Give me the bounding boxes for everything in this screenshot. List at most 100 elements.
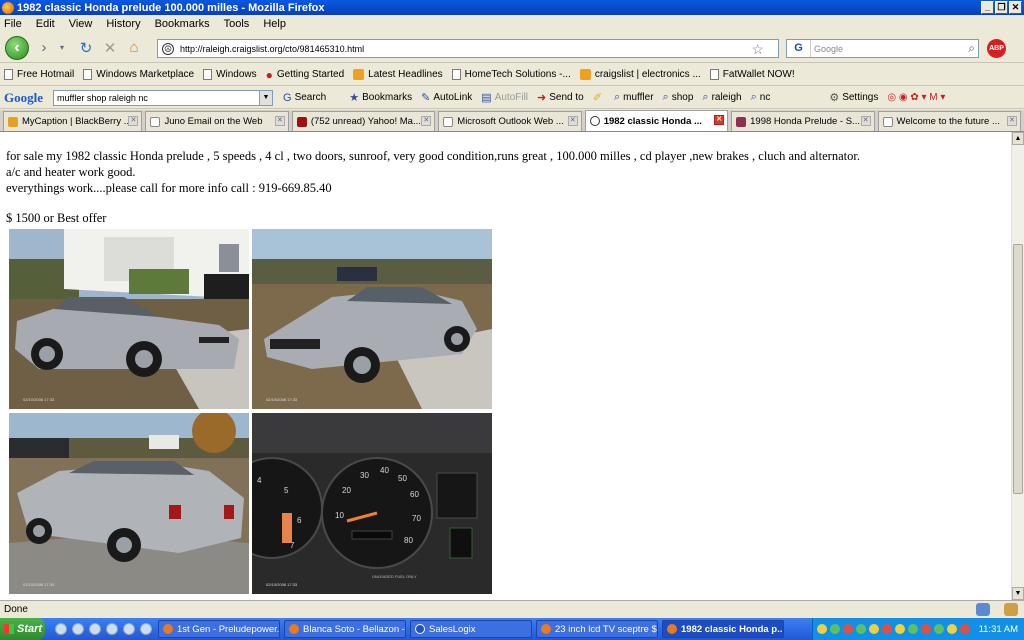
google-term-raleigh[interactable]: ⌕ raleigh bbox=[702, 91, 741, 104]
tray-icon[interactable] bbox=[947, 624, 957, 634]
google-search-input[interactable]: muffler shop raleigh nc ▼ bbox=[53, 89, 273, 106]
quicklaunch-icon[interactable] bbox=[123, 623, 135, 635]
photo-front-side[interactable]: 02/10/2008 17:33 bbox=[9, 229, 249, 409]
tab-honda-prelude-1982[interactable]: 1982 classic Honda ... ✕ bbox=[584, 110, 729, 131]
close-icon[interactable]: ✕ bbox=[567, 116, 578, 126]
quicklaunch-icon[interactable] bbox=[140, 623, 152, 635]
menu-tools[interactable]: Tools bbox=[224, 18, 250, 30]
start-button[interactable]: Start bbox=[0, 618, 45, 640]
close-icon[interactable]: ✕ bbox=[714, 115, 725, 125]
tray-icon[interactable] bbox=[843, 624, 853, 634]
tray-icon[interactable] bbox=[830, 624, 840, 634]
svg-text:UNLEADED FUEL ONLY: UNLEADED FUEL ONLY bbox=[372, 574, 417, 579]
status-addon-icon[interactable] bbox=[1004, 603, 1018, 616]
bookmark-free-hotmail[interactable]: Free Hotmail bbox=[4, 69, 74, 80]
quicklaunch-icon[interactable] bbox=[72, 623, 84, 635]
close-icon[interactable]: ✕ bbox=[1006, 116, 1017, 126]
tab-mycaption[interactable]: MyCaption | BlackBerry ... ✕ bbox=[3, 111, 143, 131]
photo-rear-side[interactable]: 02/10/2008 17:33 bbox=[9, 413, 249, 594]
taskbar-item-lcd-tv[interactable]: 23 inch lcd TV sceptre $... bbox=[536, 620, 658, 638]
taskbar-item-preludepower[interactable]: 1st Gen - Preludepower... bbox=[158, 620, 280, 638]
tray-icon[interactable] bbox=[934, 624, 944, 634]
tab-honda-prelude-1998[interactable]: 1998 Honda Prelude - S... ✕ bbox=[731, 111, 875, 131]
reload-icon[interactable]: ↻ bbox=[77, 39, 95, 57]
scroll-down-icon[interactable]: ▼ bbox=[1012, 587, 1024, 600]
menu-help[interactable]: Help bbox=[263, 18, 286, 30]
stop-icon[interactable]: ✕ bbox=[101, 39, 119, 57]
bookmark-getting-started[interactable]: ● Getting Started bbox=[266, 68, 345, 82]
google-settings-button[interactable]: ⚙ Settings bbox=[829, 91, 878, 104]
google-highlight-button[interactable]: ✐ bbox=[593, 91, 605, 104]
google-sendto-button[interactable]: ➜ Send to bbox=[537, 91, 584, 104]
tab-yahoo[interactable]: (752 unread) Yahoo! Ma... ✕ bbox=[291, 111, 436, 131]
google-term-shop[interactable]: ⌕ shop bbox=[663, 91, 694, 104]
tray-icon[interactable] bbox=[908, 624, 918, 634]
quicklaunch-icon[interactable] bbox=[89, 623, 101, 635]
scroll-thumb[interactable] bbox=[1013, 244, 1023, 494]
car-photo-image: 102030 405060 7080 4567 UNLEADED FUEL ON… bbox=[252, 413, 492, 594]
tab-outlook[interactable]: Microsoft Outlook Web ... ✕ bbox=[438, 111, 582, 131]
home-icon[interactable]: ⌂ bbox=[125, 39, 143, 56]
tray-icon[interactable] bbox=[921, 624, 931, 634]
forward-arrow-icon[interactable]: › bbox=[35, 39, 53, 56]
menu-history[interactable]: History bbox=[106, 18, 140, 30]
tab-welcome-future[interactable]: Welcome to the future ... ✕ bbox=[877, 111, 1021, 131]
chevron-down-icon[interactable]: ▼ bbox=[259, 90, 272, 105]
tray-icon[interactable] bbox=[869, 624, 879, 634]
back-arrow-icon[interactable]: ‹ bbox=[5, 35, 29, 60]
tray-icon[interactable] bbox=[895, 624, 905, 634]
close-icon[interactable]: ✕ bbox=[128, 116, 139, 126]
google-bookmarks-button[interactable]: ★ Bookmarks bbox=[349, 91, 412, 104]
vertical-scrollbar[interactable]: ▲ ▼ bbox=[1011, 132, 1024, 600]
url-bar[interactable]: ☮ http://raleigh.craigslist.org/cto/9814… bbox=[157, 39, 779, 58]
google-term-muffler[interactable]: ⌕ muffler bbox=[614, 91, 654, 104]
google-autofill-button[interactable]: ▤ AutoFill bbox=[481, 91, 528, 104]
menu-edit[interactable]: Edit bbox=[36, 18, 55, 30]
toolbar-extra-icons[interactable]: ◎ ◉ ✿ ▾ M ▾ bbox=[887, 92, 945, 103]
page-icon bbox=[4, 69, 13, 80]
adblock-icon[interactable]: ABP bbox=[987, 39, 1006, 58]
bookmark-latest-headlines[interactable]: Latest Headlines bbox=[353, 69, 443, 80]
status-network-icon[interactable] bbox=[976, 603, 990, 616]
google-search-button[interactable]: G Search bbox=[283, 92, 326, 104]
scroll-up-icon[interactable]: ▲ bbox=[1012, 132, 1024, 145]
close-button[interactable]: ✕ bbox=[1009, 1, 1022, 14]
google-autolink-button[interactable]: ✎ AutoLink bbox=[421, 91, 472, 104]
svg-text:5: 5 bbox=[284, 486, 289, 495]
photo-front-angle[interactable]: 02/10/2008 17:33 bbox=[252, 229, 492, 409]
bookmark-star-icon[interactable]: ☆ bbox=[751, 41, 764, 58]
photo-dashboard[interactable]: 10 20 30 40 50 60 70 80 4567 UNLEADED FUEL ON… bbox=[252, 413, 492, 594]
menu-bookmarks[interactable]: Bookmarks bbox=[155, 18, 210, 30]
menu-file[interactable]: File bbox=[4, 18, 22, 30]
tray-icon[interactable] bbox=[960, 624, 970, 634]
tray-icon[interactable] bbox=[882, 624, 892, 634]
google-term-nc[interactable]: ⌕ nc bbox=[751, 91, 771, 104]
bookmark-hometech[interactable]: HomeTech Solutions -... bbox=[451, 69, 571, 80]
bookmark-craigslist[interactable]: craigslist | electronics ... bbox=[579, 69, 701, 80]
close-icon[interactable]: ✕ bbox=[860, 116, 871, 126]
minimize-button[interactable]: _ bbox=[981, 1, 994, 14]
quicklaunch-icon[interactable] bbox=[106, 623, 118, 635]
taskbar-item-honda-prelude[interactable]: 1982 classic Honda p... bbox=[662, 620, 784, 638]
tray-icon[interactable] bbox=[817, 624, 827, 634]
history-dropdown-icon[interactable]: ▾ bbox=[53, 43, 71, 52]
title-bar[interactable]: 1982 classic Honda prelude 100.000 mille… bbox=[0, 0, 1024, 15]
bookmark-fatwallet[interactable]: FatWallet NOW! bbox=[709, 69, 795, 80]
taskbar-item-bellazon[interactable]: Blanca Soto - Bellazon -... bbox=[284, 620, 406, 638]
close-icon[interactable]: ✕ bbox=[274, 116, 285, 126]
menu-view[interactable]: View bbox=[69, 18, 93, 30]
svg-text:6: 6 bbox=[297, 516, 302, 525]
google-logo[interactable]: Google bbox=[4, 90, 43, 106]
restore-button[interactable]: ❐ bbox=[995, 1, 1008, 14]
system-clock[interactable]: 11:31 AM bbox=[979, 624, 1018, 635]
search-box[interactable]: G Google ⌕ bbox=[786, 39, 979, 58]
search-engine-icon[interactable]: G bbox=[787, 40, 811, 57]
bookmark-windows[interactable]: Windows bbox=[203, 69, 257, 80]
taskbar-item-saleslogix[interactable]: SalesLogix bbox=[410, 620, 532, 638]
bookmark-windows-marketplace[interactable]: Windows Marketplace bbox=[83, 69, 194, 80]
tray-icon[interactable] bbox=[856, 624, 866, 634]
close-icon[interactable]: ✕ bbox=[421, 116, 432, 126]
quicklaunch-icon[interactable] bbox=[55, 623, 67, 635]
tab-juno[interactable]: Juno Email on the Web ✕ bbox=[145, 111, 289, 131]
search-icon[interactable]: ⌕ bbox=[968, 41, 975, 56]
